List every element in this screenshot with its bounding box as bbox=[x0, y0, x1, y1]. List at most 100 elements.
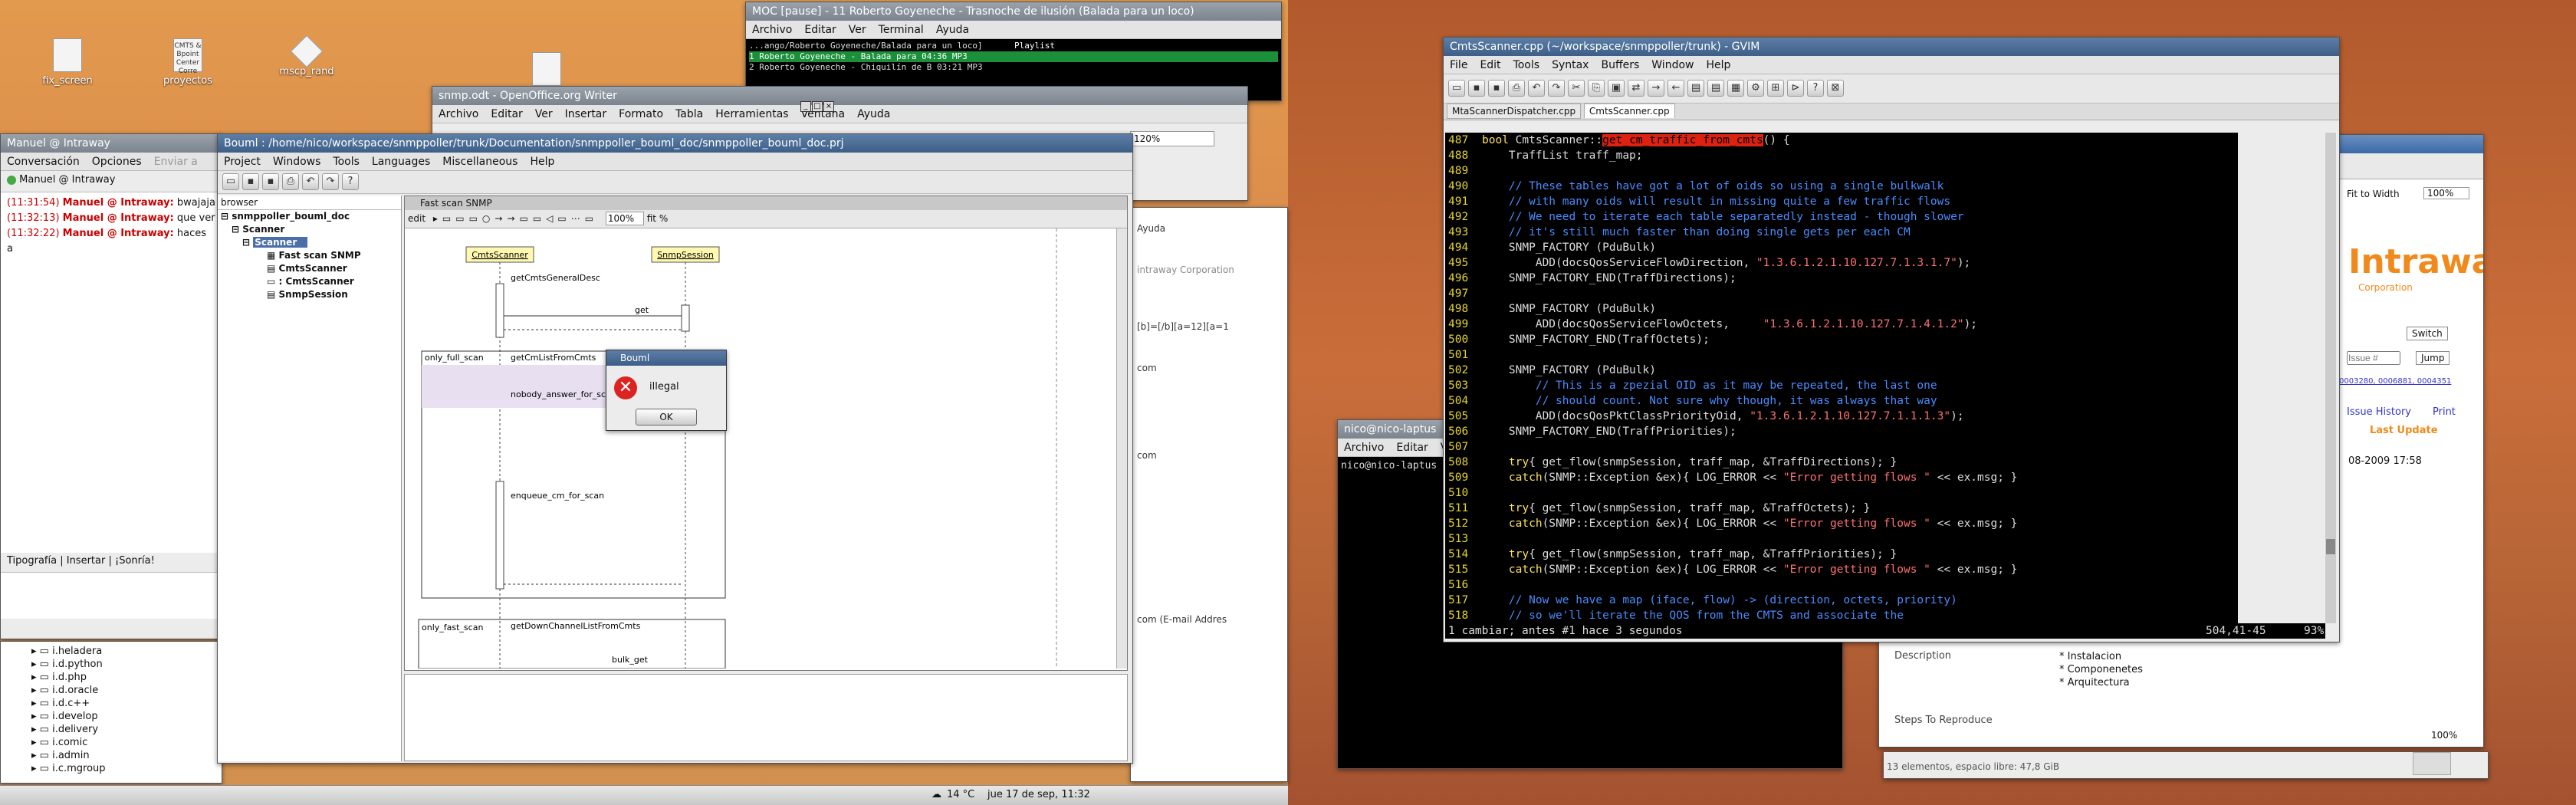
cut-icon[interactable]: ✂ bbox=[1568, 80, 1585, 97]
help-icon[interactable]: ? bbox=[1807, 80, 1824, 97]
menu-tools[interactable]: Tools bbox=[327, 156, 366, 168]
menu-help[interactable]: Help bbox=[524, 156, 560, 168]
copy-icon[interactable]: ⎘ bbox=[1588, 80, 1605, 97]
close-icon[interactable]: × bbox=[823, 101, 834, 112]
switch-button[interactable]: Switch bbox=[2407, 327, 2448, 340]
tree-item[interactable]: ▦ Fast scan SNMP bbox=[221, 249, 401, 262]
ok-button[interactable]: OK bbox=[636, 409, 697, 426]
replace-icon[interactable]: ⇄ bbox=[1628, 80, 1644, 97]
find-prev-icon[interactable]: ← bbox=[1668, 80, 1684, 97]
code-line[interactable]: 513 bbox=[1448, 531, 2238, 547]
jump-button[interactable]: Jump bbox=[2416, 351, 2450, 365]
find-next-icon[interactable]: → bbox=[1648, 80, 1664, 97]
tags-icon[interactable]: ⊞ bbox=[1767, 80, 1784, 97]
code-line[interactable]: 516 bbox=[1448, 577, 2238, 593]
scrollbar-thumb[interactable] bbox=[2326, 539, 2335, 554]
code-line[interactable]: 508 try{ get_flow(snmpSession, traff_map… bbox=[1448, 455, 2238, 470]
script-icon[interactable]: ▦ bbox=[1727, 80, 1744, 97]
save-icon[interactable]: ▪ bbox=[1468, 80, 1485, 97]
thumbnail[interactable] bbox=[2413, 752, 2451, 775]
make-icon[interactable]: ⚙ bbox=[1747, 80, 1764, 97]
code-line[interactable]: 488 TraffList traff_map; bbox=[1448, 148, 2238, 163]
fit-to-width-button[interactable]: Fit to Width bbox=[2347, 189, 2400, 199]
paste-icon[interactable]: ▣ bbox=[1608, 80, 1625, 97]
folder-item[interactable]: ▸ ▭ i.delivery bbox=[31, 723, 222, 736]
folder-item[interactable]: ▸ ▭ i.comic bbox=[31, 736, 222, 749]
code-line[interactable]: 502 SNMP_FACTORY (PduBulk) bbox=[1448, 363, 2238, 378]
code-line[interactable]: 489 bbox=[1448, 163, 2238, 179]
menu-archivo[interactable]: Archivo bbox=[1338, 442, 1390, 454]
undo-icon[interactable]: ↶ bbox=[1528, 80, 1545, 97]
menu-tabla[interactable]: Tabla bbox=[669, 108, 709, 120]
menu-ayuda[interactable]: Ayuda bbox=[930, 24, 975, 36]
menu-insertar[interactable]: Insertar bbox=[559, 108, 613, 120]
redo-icon[interactable]: ↷ bbox=[322, 173, 339, 190]
diagram-tools-icon[interactable]: ▸▭▭▭○→→▭▭◁▭⋯▭ bbox=[433, 213, 598, 224]
desktop-icon-fix-screen[interactable]: fix_screen bbox=[14, 38, 121, 87]
folder-item[interactable]: ▸ ▭ i.heladera bbox=[31, 645, 222, 658]
moc-track-row[interactable]: 1 Roberto Goyeneche - Balada para 04:36 … bbox=[749, 51, 1278, 62]
code-line[interactable]: 495 ADD(docsQosServiceFlowDirection, "1.… bbox=[1448, 255, 2238, 271]
code-line[interactable]: 518 // so we'll iterate the QOS from the… bbox=[1448, 608, 2238, 623]
tree-item[interactable]: ⊟ snmppoller_bouml_doc bbox=[221, 210, 401, 223]
menu-edit[interactable]: Edit bbox=[1474, 59, 1506, 71]
clock[interactable]: jue 17 de sep, 11:32 bbox=[987, 786, 1090, 804]
jump-tag-icon[interactable]: ⊳ bbox=[1787, 80, 1804, 97]
print-icon[interactable]: ⎙ bbox=[282, 173, 299, 190]
menu-ayuda[interactable]: Ayuda bbox=[851, 108, 896, 120]
maximize-icon[interactable]: □ bbox=[812, 101, 823, 112]
menu-file[interactable]: File bbox=[1444, 59, 1474, 71]
code-line[interactable]: 500 SNMP_FACTORY_END(TraffOctets); bbox=[1448, 332, 2238, 347]
code-line[interactable]: 514 try{ get_flow(snmpSession, traff_map… bbox=[1448, 547, 2238, 562]
desktop-icon-mscp-rand[interactable]: mscp_rand bbox=[253, 34, 360, 77]
pdf-zoom-select[interactable]: 100% bbox=[2423, 187, 2469, 199]
code-line[interactable]: 515 catch(SNMP::Exception &ex){ LOG_ERRO… bbox=[1448, 562, 2238, 577]
menu-editar[interactable]: Editar bbox=[1390, 442, 1434, 454]
desktop-icon-doc[interactable] bbox=[493, 52, 600, 89]
folder-item[interactable]: ▸ ▭ i.d.oracle bbox=[31, 684, 222, 697]
code-line[interactable]: 499 ADD(docsQosServiceFlowOctets, "1.3.6… bbox=[1448, 317, 2238, 332]
open-icon[interactable]: ▭ bbox=[1448, 80, 1465, 97]
redo-icon[interactable]: ↷ bbox=[1548, 80, 1565, 97]
insertar-button[interactable]: Insertar bbox=[67, 555, 106, 567]
writer-zoom-select[interactable]: 120% bbox=[1130, 131, 1214, 146]
menu-herramientas[interactable]: Herramientas bbox=[709, 108, 794, 120]
code-line[interactable]: 498 SNMP_FACTORY (PduBulk) bbox=[1448, 301, 2238, 317]
issue-history-link[interactable]: Issue History bbox=[2347, 406, 2411, 418]
menu-formato[interactable]: Formato bbox=[613, 108, 669, 120]
illegal-dialog[interactable]: Bouml ✕ illegal OK bbox=[606, 350, 727, 431]
folder-item[interactable]: ▸ ▭ i.d.php bbox=[31, 671, 222, 684]
tree-item[interactable]: ⊟ Scanner bbox=[221, 223, 401, 236]
code-line[interactable]: 497 bbox=[1448, 286, 2238, 301]
menu-archivo[interactable]: Archivo bbox=[432, 108, 485, 120]
code-line[interactable]: 510 bbox=[1448, 485, 2238, 501]
browser-peek-window[interactable]: Ayuda intraway Corporation [b]=[/b][a=12… bbox=[1130, 207, 1288, 782]
code-line[interactable]: 517 // Now we have a map (iface, flow) -… bbox=[1448, 593, 2238, 608]
tipografia-button[interactable]: Tipografía bbox=[7, 555, 57, 567]
folder-item[interactable]: ▸ ▭ i.d.python bbox=[31, 658, 222, 671]
menu-editar[interactable]: Editar bbox=[485, 108, 528, 120]
menu-archivo[interactable]: Archivo bbox=[746, 24, 798, 36]
code-line[interactable]: 509 catch(SNMP::Exception &ex){ LOG_ERRO… bbox=[1448, 470, 2238, 485]
whats-this-icon[interactable]: ? bbox=[342, 173, 359, 190]
folder-item[interactable]: ▸ ▭ i.admin bbox=[31, 749, 222, 762]
print-icon[interactable]: ⎙ bbox=[1508, 80, 1525, 97]
code-line[interactable]: 511 try{ get_flow(snmpSession, traff_map… bbox=[1448, 501, 2238, 516]
code-line[interactable]: 491 // with many oids will result in mis… bbox=[1448, 194, 2238, 209]
menu-ver[interactable]: Ver bbox=[843, 24, 872, 36]
folder-item[interactable]: ▸ ▭ i.d.c++ bbox=[31, 697, 222, 710]
save-icon[interactable]: ▪ bbox=[242, 173, 259, 190]
moc-track-row[interactable]: 2 Roberto Goyeneche - Chiquilín de B 03:… bbox=[749, 62, 1278, 73]
menu-windows[interactable]: Windows bbox=[267, 156, 327, 168]
code-line[interactable]: 507 bbox=[1448, 439, 2238, 455]
find-help-icon[interactable]: ⊠ bbox=[1827, 80, 1844, 97]
open-icon[interactable]: ▭ bbox=[222, 173, 239, 190]
code-editor[interactable]: 487 bool CmtsScanner::get_cm_traffic_from… bbox=[1445, 133, 2238, 623]
menu-ver[interactable]: Ver bbox=[529, 108, 559, 120]
menu-tools[interactable]: Tools bbox=[1507, 59, 1546, 71]
tree-item[interactable]: ▭ : CmtsScanner bbox=[221, 275, 401, 288]
code-line[interactable]: 504 // should count. Not sure why though… bbox=[1448, 393, 2238, 409]
bouml-window[interactable]: Bouml : /home/nico/workspace/snmppoller/… bbox=[217, 133, 1133, 764]
menu-languages[interactable]: Languages bbox=[366, 156, 436, 168]
save-all-icon[interactable]: ▪ bbox=[1488, 80, 1505, 97]
